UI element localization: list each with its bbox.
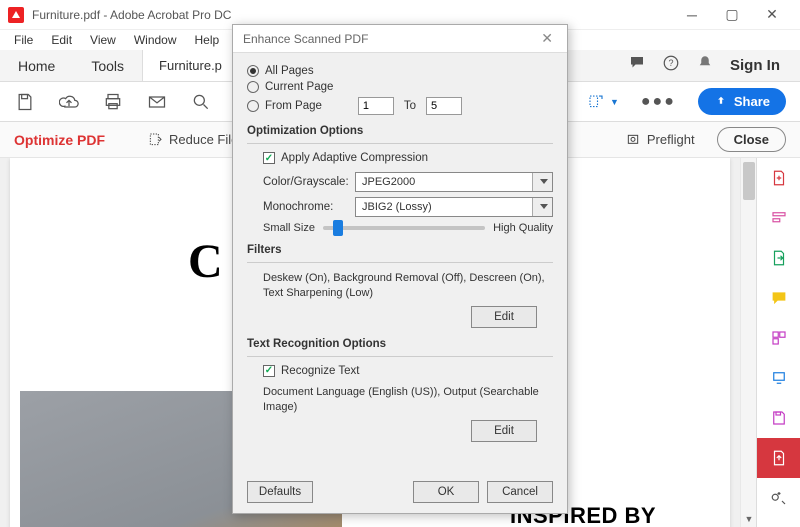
- search-icon[interactable]: [190, 91, 212, 113]
- close-tool-button[interactable]: Close: [717, 127, 786, 152]
- monochrome-select[interactable]: JBIG2 (Lossy): [355, 197, 553, 217]
- edit-pdf-icon[interactable]: [757, 198, 800, 238]
- scan-dropdown-icon[interactable]: [757, 358, 800, 398]
- vertical-scrollbar[interactable]: ▲ ▼: [740, 158, 756, 527]
- cancel-button[interactable]: Cancel: [487, 481, 553, 503]
- radio-icon: [247, 100, 259, 112]
- dialog-title: Enhance Scanned PDF: [243, 32, 368, 46]
- print-icon[interactable]: [102, 91, 124, 113]
- organize-icon[interactable]: [757, 318, 800, 358]
- from-page-field[interactable]: [358, 97, 394, 115]
- right-tool-panel: [756, 158, 800, 527]
- create-pdf-icon[interactable]: [757, 158, 800, 198]
- tool-dropdown-icon[interactable]: ▼: [585, 93, 619, 111]
- color-grayscale-select[interactable]: JPEG2000: [355, 172, 553, 192]
- dialog-titlebar[interactable]: Enhance Scanned PDF ✕: [233, 25, 567, 53]
- mail-icon[interactable]: [146, 91, 168, 113]
- checkbox-icon: ✓: [263, 365, 275, 377]
- small-size-label: Small Size: [263, 222, 315, 234]
- quality-slider[interactable]: [323, 226, 485, 230]
- svg-text:?: ?: [668, 58, 673, 68]
- group-filters: Filters: [247, 244, 553, 256]
- help-icon[interactable]: ?: [662, 54, 680, 77]
- tab-document[interactable]: Furniture.p: [142, 50, 239, 81]
- group-text-recognition: Text Recognition Options: [247, 338, 553, 350]
- maximize-button[interactable]: ▢: [712, 1, 752, 29]
- more-tools-icon[interactable]: [757, 478, 800, 518]
- radio-icon: [247, 65, 259, 77]
- comment-icon[interactable]: [757, 278, 800, 318]
- enhance-scanned-dialog: Enhance Scanned PDF ✕ All Pages Current …: [232, 24, 568, 514]
- defaults-button[interactable]: Defaults: [247, 481, 313, 503]
- minimize-button[interactable]: ─: [672, 1, 712, 29]
- checkbox-adaptive[interactable]: ✓ Apply Adaptive Compression: [263, 152, 553, 164]
- color-grayscale-label: Color/Grayscale:: [263, 176, 349, 188]
- more-icon[interactable]: ●●●: [641, 93, 676, 111]
- radio-from-page[interactable]: From Page To: [247, 97, 553, 115]
- speech-bubble-icon[interactable]: [628, 54, 646, 77]
- optimize-icon[interactable]: [757, 438, 800, 478]
- export-pdf-icon[interactable]: [757, 238, 800, 278]
- checkbox-recognize-text[interactable]: ✓ Recognize Text: [263, 365, 553, 377]
- scroll-down-icon[interactable]: ▼: [741, 511, 757, 527]
- share-label: Share: [734, 94, 770, 109]
- slider-handle[interactable]: [333, 220, 343, 236]
- preflight-button[interactable]: Preflight: [625, 132, 695, 148]
- cloud-upload-icon[interactable]: [58, 91, 80, 113]
- text-recognition-edit-button[interactable]: Edit: [471, 420, 537, 442]
- radio-all-pages[interactable]: All Pages: [247, 65, 553, 77]
- window-title: Furniture.pdf - Adobe Acrobat Pro DC: [32, 8, 672, 22]
- menu-help[interactable]: Help: [187, 32, 228, 48]
- dialog-close-icon[interactable]: ✕: [537, 30, 557, 47]
- to-label: To: [404, 100, 416, 112]
- menu-window[interactable]: Window: [126, 32, 185, 48]
- menu-edit[interactable]: Edit: [43, 32, 80, 48]
- group-optimization: Optimization Options: [247, 125, 553, 137]
- high-quality-label: High Quality: [493, 222, 553, 234]
- sign-in-button[interactable]: Sign In: [730, 57, 780, 74]
- tab-tools[interactable]: Tools: [73, 50, 142, 81]
- filters-summary: Deskew (On), Background Removal (Off), D…: [263, 271, 553, 302]
- menu-view[interactable]: View: [82, 32, 124, 48]
- text-recognition-summary: Document Language (English (US)), Output…: [263, 385, 553, 416]
- secondary-title: Optimize PDF: [14, 132, 105, 148]
- scrollbar-thumb[interactable]: [743, 162, 755, 200]
- checkbox-icon: ✓: [263, 152, 275, 164]
- radio-current-page[interactable]: Current Page: [247, 81, 553, 93]
- save-web-icon[interactable]: [757, 398, 800, 438]
- menu-file[interactable]: File: [6, 32, 41, 48]
- filters-edit-button[interactable]: Edit: [471, 306, 537, 328]
- share-button[interactable]: Share: [698, 88, 786, 115]
- bell-icon[interactable]: [696, 54, 714, 77]
- monochrome-label: Monochrome:: [263, 201, 349, 213]
- to-page-field[interactable]: [426, 97, 462, 115]
- ok-button[interactable]: OK: [413, 481, 479, 503]
- tab-home[interactable]: Home: [0, 50, 73, 81]
- heading-letter: C: [188, 234, 223, 289]
- close-window-button[interactable]: ✕: [752, 1, 792, 29]
- radio-icon: [247, 81, 259, 93]
- app-icon: [8, 7, 24, 23]
- reduce-file-button[interactable]: Reduce File: [147, 132, 238, 148]
- save-icon[interactable]: [14, 91, 36, 113]
